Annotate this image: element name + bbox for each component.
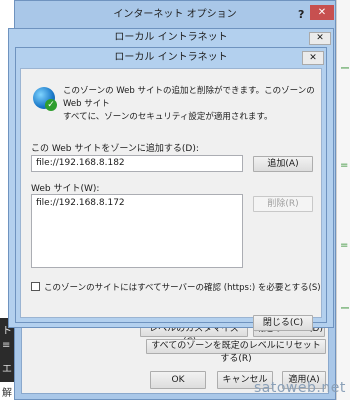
websites-list[interactable]: file://192.168.8.172 — [31, 194, 243, 268]
info-line: このゾーンの Web サイトの追加と削除ができます。このゾーンの Web サイト — [63, 86, 315, 109]
desktop-right-strip: ー = = ー — [336, 0, 350, 400]
ok-button[interactable]: OK — [150, 371, 206, 389]
background-glyph: = — [340, 160, 349, 171]
watermark: satoweb.net — [254, 380, 346, 396]
close-icon[interactable]: ✕ — [309, 32, 331, 45]
add-button[interactable]: 追加(A) — [253, 156, 313, 172]
help-icon[interactable]: ? — [298, 8, 304, 21]
background-glyph: ≡ — [2, 340, 11, 351]
local-intranet-sites-dialog: ローカル イントラネット ✕ ✓ このゾーンの Web サイトの追加と削除ができ… — [15, 47, 327, 331]
remove-button[interactable]: 削除(R) — [253, 196, 313, 212]
add-site-label: この Web サイトをゾーンに追加する(D): — [31, 144, 199, 154]
window-title: インターネット オプション — [113, 9, 237, 20]
background-glyph: ー — [340, 304, 350, 315]
reset-all-zones-button[interactable]: すべてのゾーンを既定のレベルにリセットする(R) — [146, 339, 326, 364]
window-title: ローカル イントラネット — [114, 32, 228, 43]
background-glyph: = — [340, 240, 349, 251]
local-intranet-window: ローカル イントラネット ✕ ローカル イントラネット ✕ ✓ このゾーンの W… — [8, 28, 334, 331]
dialog-body: ✓ このゾーンの Web サイトの追加と削除ができます。このゾーンの Web サ… — [20, 68, 322, 331]
background-glyph: 解 — [2, 388, 12, 399]
list-item[interactable]: file://192.168.8.172 — [36, 198, 238, 208]
dialog-title: ローカル イントラネット — [114, 52, 228, 63]
background-glyph: ー — [340, 64, 350, 75]
zone-info-text: このゾーンの Web サイトの追加と削除ができます。このゾーンの Web サイト… — [63, 85, 318, 124]
https-required-label: このゾーンのサイトにはすべてサーバーの確認 (https:) を必要とする(S) — [44, 283, 321, 293]
info-line: すべてに、ゾーンのセキュリティ設定が適用されます。 — [63, 112, 273, 122]
background-glyph: エ — [2, 364, 12, 375]
https-required-checkbox[interactable] — [31, 282, 40, 291]
add-site-input[interactable]: file://192.168.8.182 — [31, 155, 243, 172]
close-icon[interactable]: ✕ — [310, 5, 334, 20]
websites-label: Web サイト(W): — [31, 184, 100, 194]
close-button[interactable]: 閉じる(C) — [253, 315, 313, 331]
checkmark-icon: ✓ — [45, 99, 57, 111]
close-icon[interactable]: ✕ — [302, 51, 324, 65]
